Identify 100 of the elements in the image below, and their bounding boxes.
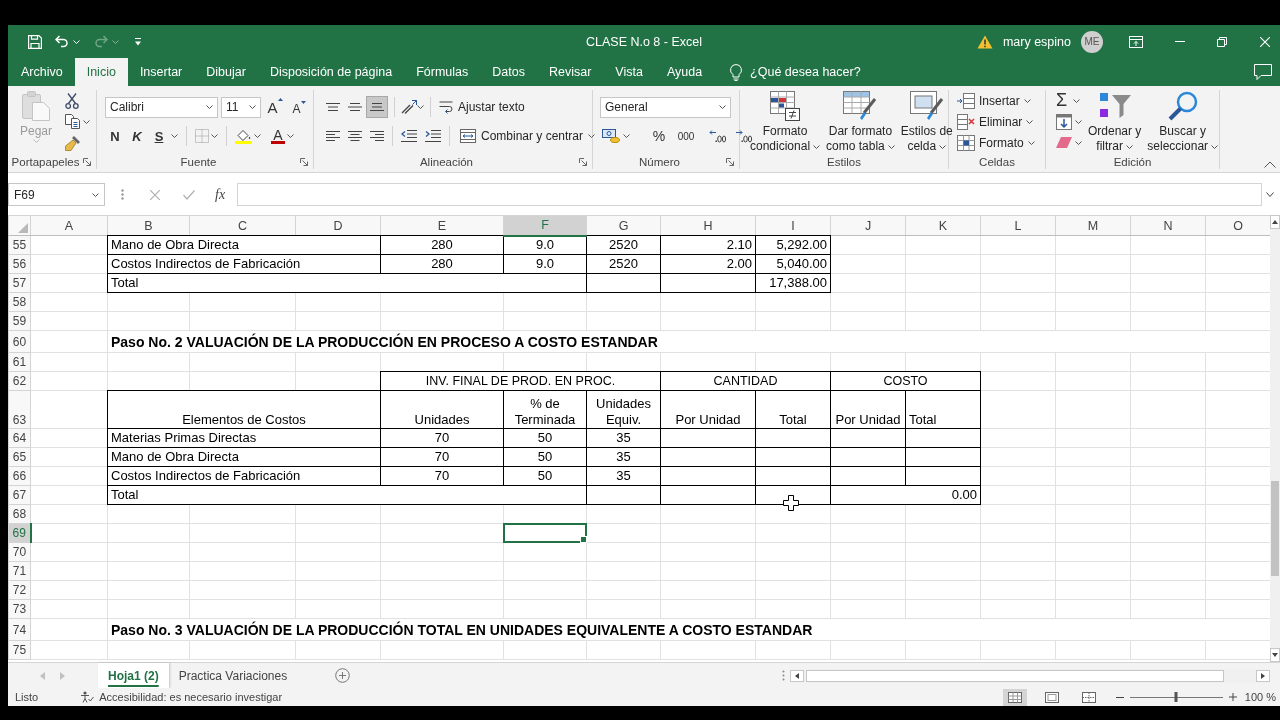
underline-button[interactable]: S — [149, 125, 169, 147]
sheet-tab[interactable]: Practica Variaciones — [168, 663, 298, 688]
scroll-left-icon[interactable] — [790, 669, 804, 682]
insert-cells-button[interactable]: Insertar — [957, 90, 1031, 111]
format-painter-icon[interactable] — [65, 134, 81, 151]
merge-center-button[interactable]: Combinar y centrar — [460, 129, 596, 143]
ribbon-tab[interactable]: Revisar — [536, 58, 604, 86]
percent-style-button[interactable]: % — [649, 125, 669, 147]
splitter-icon[interactable] — [782, 670, 785, 681]
dialog-launcher-icon[interactable] — [579, 158, 587, 166]
column-header[interactable]: M — [1055, 215, 1131, 236]
column-header[interactable]: G — [586, 215, 661, 236]
column-header[interactable]: N — [1130, 215, 1206, 236]
zoom-in-icon[interactable] — [1228, 693, 1237, 701]
scroll-down-icon[interactable] — [1270, 648, 1280, 662]
column-header[interactable]: H — [660, 215, 756, 236]
column-header[interactable]: K — [905, 215, 981, 236]
align-left-icon[interactable] — [326, 131, 340, 141]
splitter-icon[interactable] — [121, 189, 124, 200]
bold-button[interactable]: N — [105, 125, 125, 147]
cut-icon[interactable] — [65, 92, 79, 109]
sheet-tab[interactable]: Hoja1 (2) — [98, 663, 169, 688]
column-header[interactable]: E — [380, 215, 504, 236]
ribbon-tab[interactable]: Disposición de página — [257, 58, 405, 86]
font-name-field[interactable]: Calibri — [105, 96, 218, 118]
currency-icon[interactable] — [602, 129, 620, 143]
delete-cells-button[interactable]: Eliminar — [957, 111, 1034, 132]
add-sheet-icon[interactable] — [335, 668, 351, 683]
copy-icon[interactable] — [65, 114, 80, 129]
sort-filter-button[interactable]: Ordenar y filtrar — [1088, 90, 1142, 154]
format-as-table-button[interactable]: Dar formato como tabla — [824, 90, 897, 154]
fill-icon[interactable] — [1056, 113, 1072, 130]
close-icon[interactable] — [1260, 36, 1270, 47]
column-header[interactable]: A — [30, 215, 108, 236]
align-right-icon[interactable] — [370, 131, 384, 141]
ribbon-tab[interactable]: Datos — [480, 58, 537, 86]
column-header[interactable]: D — [295, 215, 381, 236]
row-header[interactable]: 63 — [8, 390, 31, 429]
insert-function-button[interactable]: fx — [215, 186, 226, 203]
comma-style-button[interactable]: 000 — [676, 125, 696, 147]
ribbon-tab[interactable]: Dibujar — [194, 58, 258, 86]
column-header[interactable]: F — [503, 215, 587, 236]
dialog-launcher-icon[interactable] — [300, 158, 308, 166]
name-box[interactable]: F69 — [8, 183, 105, 206]
shrink-font-button[interactable]: A — [289, 96, 309, 118]
ribbon-tab[interactable]: Fórmulas — [404, 58, 481, 86]
number-format-field[interactable]: General — [600, 96, 731, 118]
align-center-icon[interactable] — [348, 131, 362, 141]
restore-icon[interactable] — [1217, 36, 1227, 47]
column-header[interactable]: O — [1205, 215, 1270, 236]
user-name[interactable]: mary espino — [1002, 34, 1071, 49]
row-header[interactable]: 74 — [8, 618, 31, 641]
text-orientation-icon[interactable] — [401, 100, 417, 114]
zoom-slider-thumb[interactable] — [1174, 692, 1178, 702]
cell-styles-button[interactable]: Estilos de celda — [898, 90, 955, 154]
dialog-launcher-icon[interactable] — [83, 158, 91, 166]
decrease-decimal-icon[interactable] — [735, 129, 752, 143]
active-cell[interactable] — [503, 523, 587, 543]
increase-indent-icon[interactable] — [425, 130, 441, 142]
align-bottom-button[interactable] — [366, 96, 388, 118]
font-color-button[interactable]: A — [271, 128, 285, 144]
save-icon[interactable] — [28, 34, 42, 49]
column-header[interactable]: B — [107, 215, 190, 236]
comment-icon[interactable] — [1254, 64, 1272, 80]
row-header[interactable]: 60 — [8, 330, 31, 353]
ribbon-tab[interactable]: Ayuda — [654, 58, 715, 86]
customize-toolbar-icon[interactable] — [134, 37, 142, 46]
autosum-button[interactable]: Σ — [1056, 90, 1082, 111]
find-select-button[interactable]: Buscar y seleccionar — [1147, 90, 1219, 154]
column-header[interactable]: I — [755, 215, 831, 236]
scrollbar-thumb[interactable] — [806, 669, 1224, 682]
horizontal-scrollbar[interactable] — [790, 668, 1270, 683]
zoom-level[interactable]: 100 % — [1244, 691, 1276, 703]
scroll-up-icon[interactable] — [1270, 215, 1280, 229]
warning-icon[interactable] — [976, 34, 993, 49]
tell-me-field[interactable]: ¿Qué desea hacer? — [750, 65, 901, 79]
dialog-launcher-icon[interactable] — [726, 158, 734, 166]
undo-icon[interactable] — [55, 35, 69, 48]
scrollbar-thumb[interactable] — [1271, 481, 1279, 576]
expand-formula-bar-icon[interactable] — [1266, 192, 1275, 197]
increase-decimal-icon[interactable] — [709, 129, 726, 143]
collapse-ribbon-icon[interactable] — [1264, 161, 1276, 168]
ribbon-tab[interactable]: Insertar — [127, 58, 195, 86]
ribbon-display-options-icon[interactable] — [1129, 35, 1143, 48]
grow-font-button[interactable]: A — [265, 96, 285, 118]
column-header[interactable]: J — [830, 215, 906, 236]
user-avatar[interactable]: ME — [1081, 30, 1103, 53]
lightbulb-icon[interactable] — [730, 63, 743, 81]
decrease-indent-icon[interactable] — [401, 130, 417, 142]
column-header[interactable]: L — [980, 215, 1056, 236]
conditional-formatting-button[interactable]: Formato condicional — [748, 90, 823, 154]
ribbon-tab[interactable]: Inicio — [74, 58, 128, 86]
vertical-scrollbar[interactable] — [1270, 215, 1280, 662]
accessibility-icon[interactable] — [80, 691, 95, 703]
formula-field[interactable] — [237, 183, 1263, 206]
font-size-field[interactable]: 11 — [221, 96, 261, 118]
ribbon-tab[interactable]: Vista — [603, 58, 655, 86]
format-cells-button[interactable]: Formato — [957, 132, 1035, 153]
eraser-icon[interactable] — [1056, 137, 1072, 148]
scroll-right-icon[interactable] — [1256, 669, 1270, 682]
